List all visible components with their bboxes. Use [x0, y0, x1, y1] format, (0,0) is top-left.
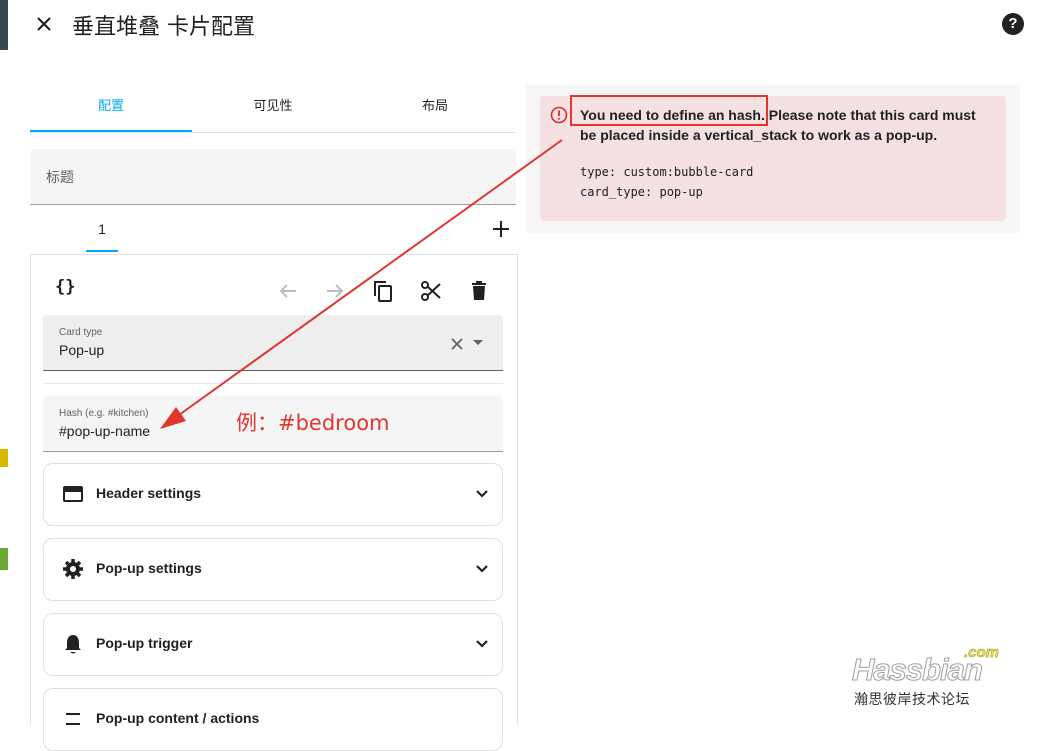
copy-icon[interactable] [371, 279, 395, 303]
hash-label: Hash (e.g. #kitchen) [59, 408, 149, 419]
popup-settings-expander[interactable]: Pop-up settings [43, 538, 503, 601]
card-config-dialog: 垂直堆叠 卡片配置 ? 配置 可见性 布局 标题 1 {} Card type … [8, 0, 1037, 751]
arrow-right-icon[interactable] [323, 279, 347, 303]
code-line-type: type: custom:bubble-card [580, 165, 754, 179]
config-tabs: 配置 可见性 布局 [30, 86, 516, 133]
background-header [0, 0, 8, 50]
tab-config[interactable]: 配置 [30, 86, 192, 132]
title-input[interactable]: 标题 [30, 149, 516, 205]
popup-trigger-expander[interactable]: Pop-up trigger [43, 613, 503, 676]
gear-icon [63, 559, 83, 579]
chevron-down-icon [476, 490, 488, 498]
popup-actions-expander[interactable]: Pop-up content / actions [43, 688, 503, 751]
error-icon [550, 106, 568, 124]
arrow-left-icon[interactable] [276, 279, 300, 303]
delete-icon[interactable] [467, 279, 491, 303]
chevron-down-icon [476, 565, 488, 573]
card-editor-panel: {} Card type Pop-up Hash (e.g. #kitchen)… [30, 254, 518, 751]
close-icon[interactable] [32, 12, 56, 36]
clear-icon[interactable] [448, 335, 466, 353]
header-icon [63, 486, 83, 502]
background-page [0, 0, 8, 716]
tab-visibility[interactable]: 可见性 [192, 86, 354, 132]
bell-icon [65, 635, 81, 654]
cut-icon[interactable] [419, 279, 443, 303]
tab-layout[interactable]: 布局 [354, 86, 516, 132]
popup-settings-label: Pop-up settings [96, 560, 202, 576]
popup-trigger-label: Pop-up trigger [96, 635, 193, 651]
add-card-icon[interactable] [490, 218, 512, 240]
dialog-title: 垂直堆叠 卡片配置 [72, 15, 255, 40]
title-placeholder: 标题 [46, 170, 74, 186]
annotation-example-text: 例：#bedroom [236, 411, 390, 435]
background-badge-green [0, 548, 8, 570]
hash-value: #pop-up-name [59, 423, 151, 439]
background-badge [0, 449, 8, 467]
error-code-block: type: custom:bubble-card card_type: pop-… [580, 162, 753, 202]
watermark-subtitle: 瀚思彼岸技术论坛 [854, 692, 970, 708]
card-type-value: Pop-up [59, 342, 105, 358]
watermark-suffix: .com [964, 644, 1000, 662]
watermark-logo: Hassbian [852, 652, 984, 688]
stack-card-tabs: 1 [30, 206, 516, 254]
card-type-select[interactable]: Card type Pop-up [43, 315, 503, 371]
sliders-icon [66, 713, 80, 725]
stack-tab-1[interactable]: 1 [86, 206, 118, 252]
chevron-down-icon [476, 640, 488, 648]
code-editor-button[interactable]: {} [55, 277, 75, 297]
header-settings-expander[interactable]: Header settings [43, 463, 503, 526]
header-settings-label: Header settings [96, 485, 202, 501]
dropdown-arrow-icon[interactable] [473, 340, 483, 345]
popup-actions-label: Pop-up content / actions [96, 710, 260, 726]
help-icon[interactable]: ? [1002, 13, 1024, 35]
annotation-highlight-box [570, 95, 768, 126]
card-type-label: Card type [59, 327, 103, 338]
code-line-card-type: card_type: pop-up [580, 185, 703, 199]
divider [43, 383, 503, 384]
